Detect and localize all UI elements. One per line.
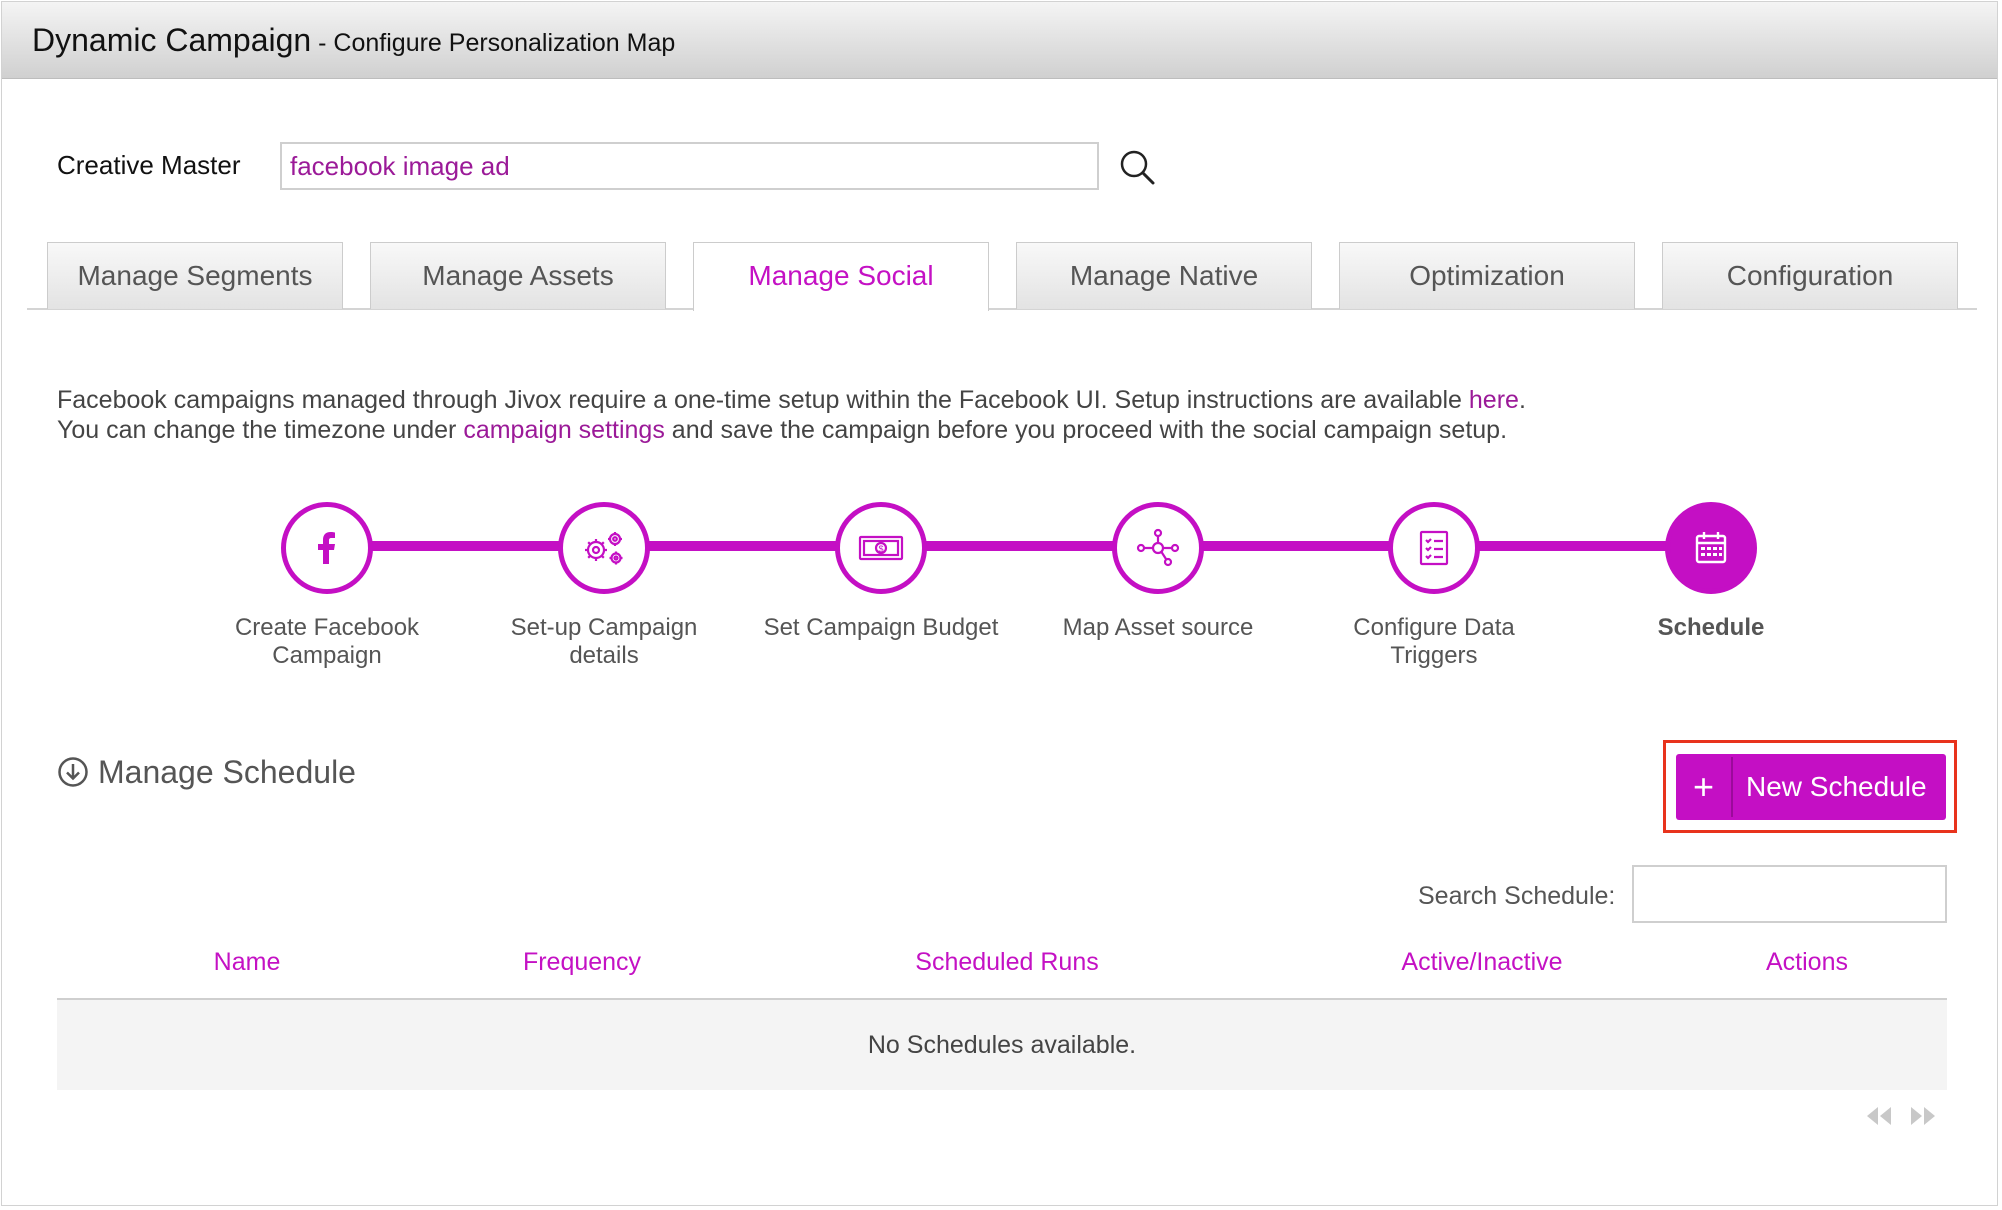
- collapse-arrow-icon[interactable]: [57, 756, 89, 788]
- column-header-actions[interactable]: Actions: [1702, 948, 1912, 977]
- gears-icon: [585, 532, 623, 565]
- network-icon: [1136, 528, 1180, 567]
- new-schedule-label: New Schedule: [1746, 771, 1927, 802]
- new-schedule-button[interactable]: + New Schedule: [1676, 754, 1946, 820]
- app-title: Dynamic Campaign: [32, 22, 312, 58]
- tab-manage-social[interactable]: Manage Social: [693, 242, 989, 311]
- step-label-set-campaign-budget: Set Campaign Budget: [763, 614, 999, 641]
- facebook-icon: [318, 532, 335, 564]
- setup-instructions-link[interactable]: here: [1469, 386, 1519, 414]
- plus-icon: +: [1676, 757, 1733, 817]
- info-line-1: Facebook campaigns managed through Jivox…: [57, 385, 1526, 415]
- svg-text:$: $: [878, 544, 883, 554]
- title-bar: Dynamic Campaign - Configure Personaliza…: [2, 2, 1997, 79]
- tab-manage-native[interactable]: Manage Native: [1016, 242, 1312, 309]
- info-line-1-end: .: [1518, 386, 1526, 414]
- info-line-1-text: Facebook campaigns managed through Jivox…: [57, 386, 1469, 414]
- search-schedule-label: Search Schedule:: [1418, 882, 1616, 910]
- app-window: Dynamic Campaign - Configure Personaliza…: [1, 1, 1998, 1206]
- step-setup-campaign-details[interactable]: [558, 502, 650, 594]
- manage-schedule-title: Manage Schedule: [98, 754, 356, 790]
- calendar-icon: [1695, 532, 1727, 564]
- tab-manage-assets[interactable]: Manage Assets: [370, 242, 666, 309]
- empty-table-message: No Schedules available.: [57, 1000, 1947, 1090]
- creative-master-input[interactable]: [280, 142, 1099, 190]
- stepper-connector: [327, 541, 1712, 551]
- step-label-create-facebook-campaign: Create Facebook Campaign: [234, 614, 420, 669]
- step-map-asset-source[interactable]: [1112, 502, 1204, 594]
- previous-page-icon[interactable]: [1864, 1105, 1894, 1127]
- column-header-active-inactive[interactable]: Active/Inactive: [1332, 948, 1632, 977]
- money-icon: $: [858, 535, 904, 561]
- tab-optimization[interactable]: Optimization: [1339, 242, 1635, 309]
- search-icon[interactable]: [1118, 148, 1158, 188]
- step-set-campaign-budget[interactable]: $: [835, 502, 927, 594]
- column-header-frequency[interactable]: Frequency: [472, 948, 692, 977]
- campaign-settings-link[interactable]: campaign settings: [463, 416, 665, 444]
- step-label-schedule: Schedule: [1657, 614, 1765, 641]
- creative-master-label: Creative Master: [57, 150, 241, 180]
- step-label-setup-campaign-details: Set-up Campaign details: [510, 614, 698, 669]
- info-line-2: You can change the timezone under campai…: [57, 415, 1526, 445]
- column-header-name[interactable]: Name: [142, 948, 352, 977]
- step-label-configure-data-triggers: Configure Data Triggers: [1353, 614, 1515, 669]
- checklist-icon: [1419, 530, 1449, 566]
- setup-info-text: Facebook campaigns managed through Jivox…: [57, 385, 1526, 445]
- info-line-2-pre: You can change the timezone under: [57, 416, 464, 444]
- search-schedule-input[interactable]: [1632, 865, 1947, 923]
- step-configure-data-triggers[interactable]: [1388, 502, 1480, 594]
- page-subtitle: - Configure Personalization Map: [311, 29, 676, 57]
- step-create-facebook-campaign[interactable]: [281, 502, 373, 594]
- column-header-scheduled-runs[interactable]: Scheduled Runs: [857, 948, 1157, 977]
- step-label-map-asset-source: Map Asset source: [1062, 614, 1254, 641]
- tab-configuration[interactable]: Configuration: [1662, 242, 1958, 309]
- next-page-icon[interactable]: [1908, 1105, 1938, 1127]
- step-schedule[interactable]: [1665, 502, 1757, 594]
- page-title: Dynamic Campaign - Configure Personaliza…: [32, 22, 675, 59]
- tab-manage-segments[interactable]: Manage Segments: [47, 242, 343, 309]
- info-line-2-post: and save the campaign before you proceed…: [664, 416, 1508, 444]
